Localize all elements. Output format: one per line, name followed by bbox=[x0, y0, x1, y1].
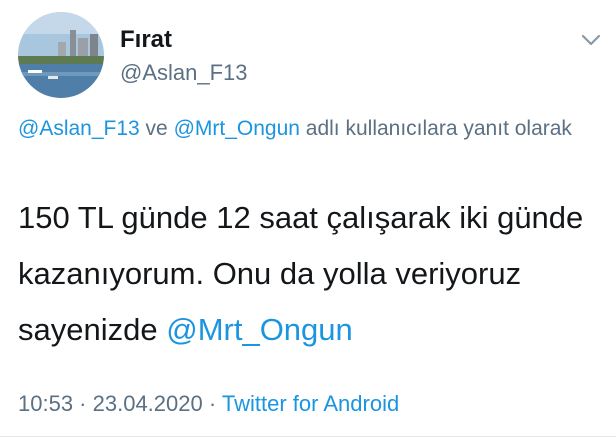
avatar[interactable] bbox=[18, 12, 104, 98]
tweet-time[interactable]: 10:53 bbox=[18, 391, 73, 416]
chevron-down-icon bbox=[581, 34, 601, 46]
display-name[interactable]: Fırat bbox=[120, 26, 172, 54]
tweet-menu-button[interactable] bbox=[574, 26, 608, 54]
tweet-source-link[interactable]: Twitter for Android bbox=[222, 391, 399, 416]
tweet-card: Fırat @Aslan_F13 @Aslan_F13 ve @Mrt_Ongu… bbox=[0, 0, 616, 444]
avatar-icon bbox=[18, 12, 104, 98]
meta-separator: · bbox=[73, 391, 93, 416]
reply-mention-aslan[interactable]: @Aslan_F13 bbox=[18, 117, 140, 140]
tweet-text: 150 TL günde 12 saat çalışarak iki günde… bbox=[18, 190, 608, 358]
divider bbox=[0, 436, 616, 437]
reply-connector: ve bbox=[139, 117, 174, 140]
reply-suffix: adlı kullanıcılara yanıt olarak bbox=[299, 117, 572, 140]
tweet-meta: 10:53 · 23.04.2020 · Twitter for Android bbox=[18, 388, 399, 420]
reply-mention-mrt[interactable]: @Mrt_Ongun bbox=[174, 117, 300, 140]
reply-context: @Aslan_F13 ve @Mrt_Ongun adlı kullanıcıl… bbox=[18, 112, 598, 145]
meta-separator: · bbox=[202, 391, 222, 416]
tweet-date[interactable]: 23.04.2020 bbox=[93, 391, 203, 416]
tweet-mention[interactable]: @Mrt_Ongun bbox=[166, 312, 353, 347]
user-handle[interactable]: @Aslan_F13 bbox=[120, 60, 248, 86]
